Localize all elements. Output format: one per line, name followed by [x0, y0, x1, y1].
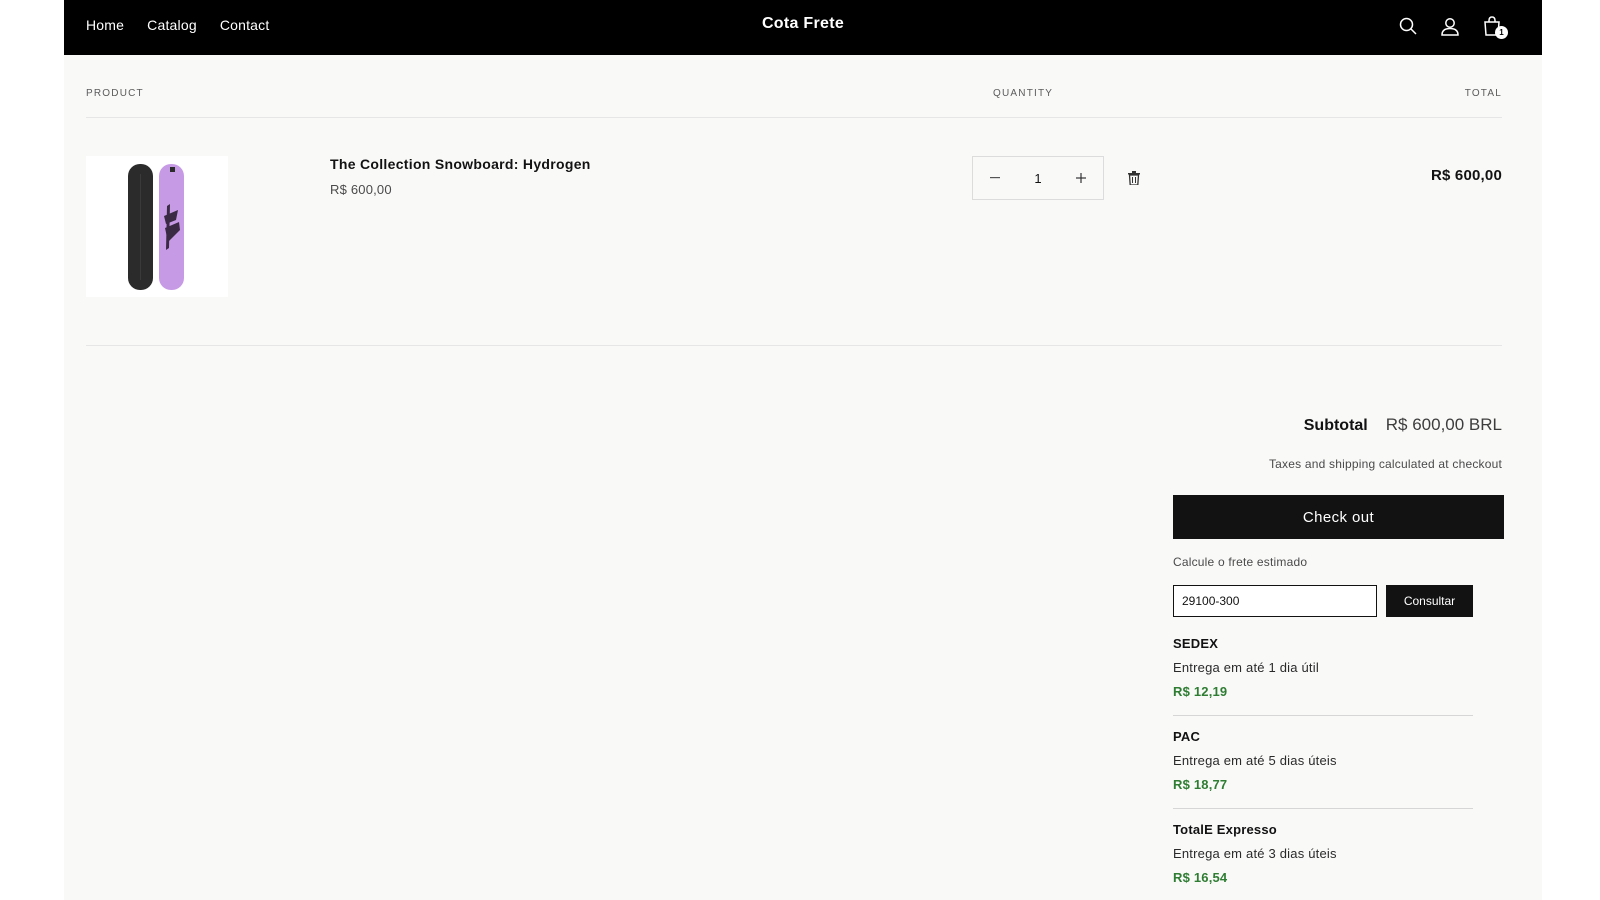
- shipping-divider: [1173, 715, 1473, 716]
- quantity-value[interactable]: 1: [1034, 171, 1041, 186]
- shipping-option-sedex: SEDEX Entrega em até 1 dia útil R$ 12,19: [1173, 636, 1473, 699]
- product-title[interactable]: The Collection Snowboard: Hydrogen: [330, 156, 591, 172]
- subtotal-value: R$ 600,00 BRL: [1385, 415, 1502, 434]
- site-header: Home Catalog Contact Cota Frete 1: [64, 0, 1542, 55]
- total-column-heading: TOTAL: [1464, 88, 1502, 99]
- plus-icon: [1075, 173, 1086, 183]
- quantity-stepper: 1: [972, 156, 1104, 200]
- cep-input[interactable]: [1173, 585, 1377, 617]
- shipping-option-name: PAC: [1173, 729, 1201, 744]
- minus-icon: [990, 177, 1000, 179]
- nav-catalog[interactable]: Catalog: [147, 17, 197, 33]
- tax-note: Taxes and shipping calculated at checkou…: [1268, 457, 1502, 471]
- cart-page: Home Catalog Contact Cota Frete 1 PRODUC…: [64, 0, 1542, 900]
- consultar-button[interactable]: Consultar: [1386, 585, 1473, 617]
- freight-label: Calcule o frete estimado: [1173, 555, 1308, 569]
- shipping-option-price: R$ 18,77: [1173, 777, 1228, 792]
- header-icons: 1: [1396, 13, 1508, 39]
- account-icon[interactable]: [1438, 13, 1462, 39]
- shipping-option-name: SEDEX: [1173, 636, 1219, 651]
- remove-item-button[interactable]: [1126, 170, 1142, 186]
- quantity-column-heading: QUANTITY: [993, 88, 1054, 99]
- shipping-option-eta: Entrega em até 1 dia útil: [1173, 660, 1319, 675]
- shipping-divider: [1173, 808, 1473, 809]
- search-icon[interactable]: [1396, 13, 1420, 39]
- header-divider: [86, 117, 1502, 118]
- shipping-option-eta: Entrega em até 3 dias úteis: [1173, 846, 1337, 861]
- product-unit-price: R$ 600,00: [330, 182, 392, 197]
- product-thumbnail[interactable]: [86, 156, 228, 297]
- shipping-option-price: R$ 12,19: [1173, 684, 1228, 699]
- line-item-total: R$ 600,00: [1430, 167, 1502, 184]
- trash-icon: [1128, 171, 1140, 185]
- brand-title: Cota Frete: [64, 15, 1542, 33]
- nav-contact[interactable]: Contact: [220, 17, 270, 33]
- shipping-option-pac: PAC Entrega em até 5 dias úteis R$ 18,77: [1173, 729, 1473, 792]
- quantity-decrease-button[interactable]: [973, 157, 1017, 199]
- nav-home[interactable]: Home: [86, 17, 124, 33]
- cart-count-badge: 1: [1495, 26, 1508, 39]
- shipping-option-eta: Entrega em até 5 dias úteis: [1173, 753, 1337, 768]
- items-divider: [86, 345, 1502, 346]
- subtotal-row: Subtotal R$ 600,00 BRL: [1304, 415, 1502, 435]
- checkout-button[interactable]: Check out: [1173, 495, 1504, 539]
- cart-table-header: PRODUCT QUANTITY TOTAL: [86, 88, 1502, 102]
- brand-link[interactable]: Cota Frete: [762, 15, 844, 32]
- quantity-increase-button[interactable]: [1059, 157, 1103, 199]
- product-column-heading: PRODUCT: [86, 88, 144, 99]
- subtotal-label: Subtotal: [1303, 417, 1368, 434]
- shipping-option-totale: TotalE Expresso Entrega em até 3 dias út…: [1173, 822, 1473, 885]
- main-nav: Home Catalog Contact: [86, 17, 269, 33]
- snowboard-image: [128, 164, 184, 290]
- shipping-option-name: TotalE Expresso: [1173, 822, 1277, 837]
- cart-icon[interactable]: 1: [1480, 13, 1508, 39]
- shipping-option-price: R$ 16,54: [1173, 870, 1228, 885]
